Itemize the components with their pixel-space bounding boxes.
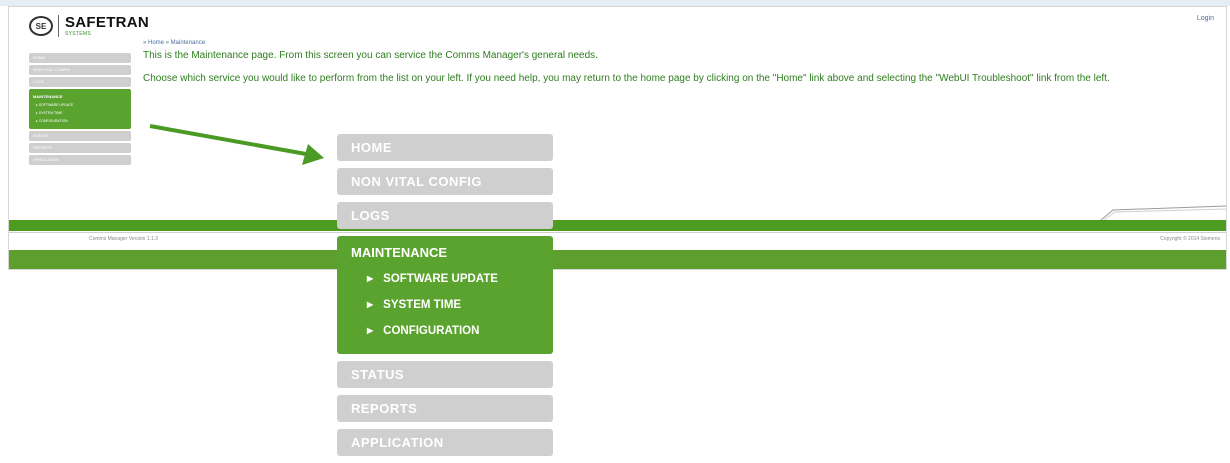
description-text: Choose which service you would like to p… xyxy=(143,73,1110,84)
footer-divider xyxy=(9,232,1226,233)
sidebar-item-home[interactable]: HOME xyxy=(29,53,131,63)
triangle-right-icon: ▶ xyxy=(367,274,374,283)
nav-subitem-label: SOFTWARE UPDATE xyxy=(383,273,498,285)
copyright-text: Copyright © 2014 Siemens xyxy=(1160,236,1220,242)
nav-subitem-configuration[interactable]: ▶ CONFIGURATION xyxy=(337,318,553,344)
logo-separator xyxy=(58,15,59,37)
intro-text: This is the Maintenance page. From this … xyxy=(143,50,598,61)
login-link[interactable]: Login xyxy=(1197,15,1214,22)
logo-badge-icon: SE xyxy=(29,16,53,36)
safetran-logo: SE SAFETRAN SYSTEMS xyxy=(29,15,149,37)
sidebar-subitem-label: SYSTEM TIME xyxy=(38,111,63,115)
nav-maintenance-label: MAINTENANCE xyxy=(351,245,448,260)
nav-subitem-label: CONFIGURATION xyxy=(383,325,480,337)
sidebar-item-reports[interactable]: REPORTS xyxy=(29,143,131,153)
green-band xyxy=(9,220,1226,231)
nav-item-application[interactable]: APPLICATION xyxy=(337,429,553,456)
triangle-right-icon: ▶ xyxy=(367,300,374,309)
version-text: Comms Manager Version 1.1.3 xyxy=(89,236,158,242)
nav-item-status[interactable]: STATUS xyxy=(337,361,553,388)
zoomed-nav-menu: HOME NON VITAL CONFIG LOGS MAINTENANCE ▶… xyxy=(337,134,553,463)
sidebar-nav: HOME NON VITAL CONFIG LOGS MAINTENANCE ▸… xyxy=(29,53,131,167)
sidebar-item-logs[interactable]: LOGS xyxy=(29,77,131,87)
nav-subitem-software-update[interactable]: ▶ SOFTWARE UPDATE xyxy=(337,266,553,292)
nav-item-reports[interactable]: REPORTS xyxy=(337,395,553,422)
sidebar-subitem-software-update[interactable]: ▸ SOFTWARE UPDATE xyxy=(33,101,127,109)
nav-subitem-system-time[interactable]: ▶ SYSTEM TIME xyxy=(337,292,553,318)
sidebar-item-application[interactable]: APPLICATION xyxy=(29,155,131,165)
sidebar-item-non-vital-config[interactable]: NON VITAL CONFIG xyxy=(29,65,131,75)
breadcrumb[interactable]: » Home » Maintenance xyxy=(143,40,205,46)
nav-item-maintenance[interactable]: MAINTENANCE ▶ SOFTWARE UPDATE ▶ SYSTEM TIM… xyxy=(337,236,553,354)
sidebar-subitem-system-time[interactable]: ▸ SYSTEM TIME xyxy=(33,109,127,117)
logo-subtext: SYSTEMS xyxy=(65,31,91,37)
bottom-green-band xyxy=(9,250,1226,269)
nav-subitem-label: SYSTEM TIME xyxy=(383,299,462,311)
nav-item-non-vital-config[interactable]: NON VITAL CONFIG xyxy=(337,168,553,195)
pointer-arrow xyxy=(149,124,324,165)
sidebar-item-status[interactable]: STATUS xyxy=(29,131,131,141)
sidebar-subitem-label: SOFTWARE UPDATE xyxy=(38,103,74,107)
nav-item-logs[interactable]: LOGS xyxy=(337,202,553,229)
logo-text: SAFETRAN xyxy=(65,14,150,31)
sidebar-item-maintenance[interactable]: MAINTENANCE ▸ SOFTWARE UPDATE ▸ SYSTEM T… xyxy=(29,89,131,129)
triangle-right-icon: ▶ xyxy=(367,326,374,335)
sidebar-subitem-label: CONFIGURATION xyxy=(38,119,68,123)
sidebar-subitem-configuration[interactable]: ▸ CONFIGURATION xyxy=(33,117,127,125)
nav-item-home[interactable]: HOME xyxy=(337,134,553,161)
sidebar-maintenance-label: MAINTENANCE xyxy=(33,94,63,99)
